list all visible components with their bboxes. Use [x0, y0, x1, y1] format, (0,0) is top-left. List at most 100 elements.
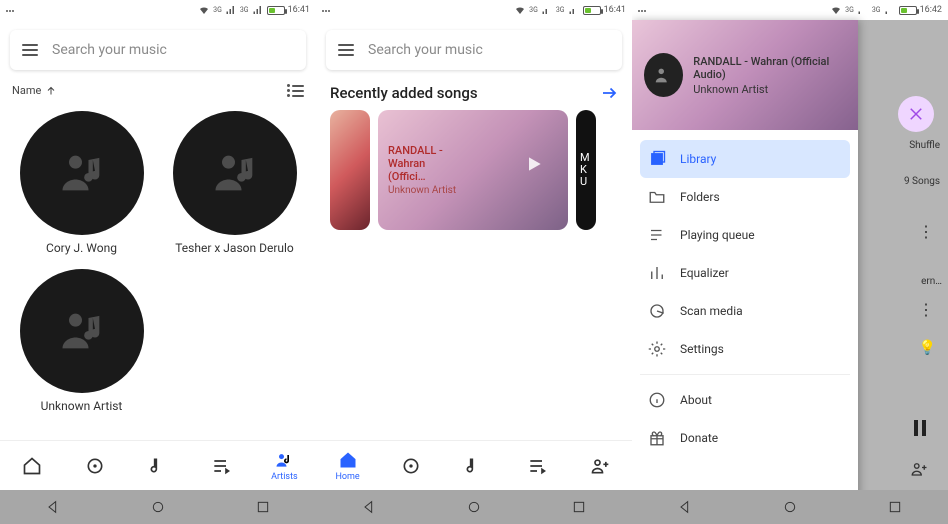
nav-albums[interactable]: Albums: [126, 441, 189, 490]
status-bar: 3G 3G 16:42: [632, 0, 948, 20]
drawer-item-settings[interactable]: Settings: [640, 330, 850, 368]
battery-icon: [899, 6, 917, 15]
nav-home[interactable]: Home: [0, 441, 63, 490]
bottom-nav: Home Songs Albums Playlists Artists: [0, 440, 316, 490]
nav-playlists[interactable]: [506, 441, 569, 490]
section-title-text: Recently added songs: [330, 84, 478, 102]
scan-icon: [648, 302, 666, 320]
drawer-item-scan[interactable]: Scan media: [640, 292, 850, 330]
drawer-item-library[interactable]: Library: [640, 140, 850, 178]
searchbar[interactable]: Search your music: [10, 30, 306, 70]
drawer-item-label: About: [680, 393, 712, 407]
nav-songs[interactable]: Songs: [63, 441, 126, 490]
network-label-2: 3G: [872, 6, 881, 14]
song-cards[interactable]: RANDALL - Wahran (Offici… Unknown Artist…: [316, 110, 632, 230]
more-dots-icon: [322, 5, 331, 15]
nav-artists[interactable]: [569, 441, 632, 490]
artist-item[interactable]: Unknown Artist: [10, 269, 153, 413]
drawer-item-equalizer[interactable]: Equalizer: [640, 254, 850, 292]
nav-label: Artists: [271, 472, 298, 482]
home-icon[interactable]: [782, 499, 798, 515]
clock: 16:41: [604, 5, 626, 15]
recents-icon[interactable]: [887, 499, 903, 515]
system-nav: [632, 490, 948, 524]
song-artist: Unknown Artist: [388, 185, 460, 196]
drawer-item-label: Scan media: [680, 304, 743, 318]
recents-icon[interactable]: [571, 499, 587, 515]
signal-icon: [225, 4, 237, 16]
signal-icon-2: [568, 4, 580, 16]
drawer-item-about[interactable]: About: [640, 381, 850, 419]
list-view-icon[interactable]: [287, 84, 304, 97]
multi-user-icon[interactable]: [910, 460, 928, 482]
info-icon: [648, 391, 666, 409]
more-dots-icon: [638, 5, 647, 15]
back-icon[interactable]: [361, 499, 377, 515]
queue-icon: [648, 226, 666, 244]
nav-albums[interactable]: [442, 441, 505, 490]
artist-avatar-icon: [173, 111, 297, 235]
song-card-peek-right[interactable]: M K U: [576, 110, 596, 230]
device-artists: 3G 3G 16:41 Search your music Name Cory …: [0, 0, 316, 524]
divider: [640, 374, 850, 375]
network-label: 3G: [213, 6, 222, 14]
back-icon[interactable]: [677, 499, 693, 515]
wifi-icon: [830, 4, 842, 16]
track-avatar-icon: [644, 53, 683, 97]
wifi-icon: [198, 4, 210, 16]
home-icon[interactable]: [150, 499, 166, 515]
artist-grid: Cory J. Wong Tesher x Jason Derulo Unkno…: [0, 101, 316, 440]
nav-artists[interactable]: Artists: [253, 441, 316, 490]
drawer-item-queue[interactable]: Playing queue: [640, 216, 850, 254]
nav-home[interactable]: Home: [316, 441, 379, 490]
clock: 16:42: [920, 5, 942, 15]
close-icon[interactable]: [898, 96, 934, 132]
status-bar: 3G 3G 16:41: [0, 0, 316, 20]
shuffle-label: Shuffle: [909, 140, 940, 151]
device-home: 3G 3G 16:41 Search your music Recently a…: [316, 0, 632, 524]
menu-icon[interactable]: [22, 44, 38, 56]
arrow-right-icon[interactable]: [600, 84, 618, 102]
artist-item[interactable]: Tesher x Jason Derulo: [163, 111, 306, 255]
arrow-up-icon[interactable]: [45, 85, 57, 97]
drawer-item-folders[interactable]: Folders: [640, 178, 850, 216]
nav-label: Home: [335, 472, 359, 482]
signal-icon-2: [884, 4, 896, 16]
more-icon[interactable]: ⋮: [918, 300, 934, 319]
back-icon[interactable]: [45, 499, 61, 515]
section-header: Recently added songs: [316, 80, 632, 110]
scrim[interactable]: Shuffle 9 Songs ⋮ ern… ⋮ 💡: [858, 20, 948, 524]
artist-name: Cory J. Wong: [46, 241, 117, 255]
system-nav: [316, 490, 632, 524]
network-label: 3G: [529, 6, 538, 14]
song-card[interactable]: RANDALL - Wahran (Offici… Unknown Artist: [378, 110, 568, 230]
nav-songs[interactable]: [379, 441, 442, 490]
nav-drawer: RANDALL - Wahran (Official Audio) Unknow…: [632, 20, 858, 524]
signal-icon-2: [252, 4, 264, 16]
menu-icon[interactable]: [338, 44, 354, 56]
clock: 16:41: [288, 5, 310, 15]
drawer-header[interactable]: RANDALL - Wahran (Official Audio) Unknow…: [632, 20, 858, 130]
folder-icon: [648, 188, 666, 206]
play-icon[interactable]: [524, 154, 544, 174]
drawer-items: Library Folders Playing queue Equalizer …: [632, 130, 858, 524]
artist-item[interactable]: Cory J. Wong: [10, 111, 153, 255]
battery-icon: [267, 6, 285, 15]
pause-icon[interactable]: [912, 420, 928, 440]
wifi-icon: [514, 4, 526, 16]
more-icon[interactable]: ⋮: [918, 222, 934, 241]
searchbar[interactable]: Search your music: [326, 30, 622, 70]
device-drawer: 3G 3G 16:42 Shuffle 9 Songs ⋮ ern… ⋮ 💡 R…: [632, 0, 948, 524]
drawer-item-donate[interactable]: Donate: [640, 419, 850, 457]
song-card-peek-left[interactable]: [330, 110, 370, 230]
drawer-item-label: Donate: [680, 431, 718, 445]
library-icon: [648, 150, 666, 168]
drawer-item-label: Library: [680, 152, 716, 166]
sort-label[interactable]: Name: [12, 84, 41, 97]
nav-playlists[interactable]: Playlists: [190, 441, 253, 490]
recents-icon[interactable]: [255, 499, 271, 515]
search-placeholder: Search your music: [368, 42, 483, 58]
battery-icon: [583, 6, 601, 15]
gear-icon: [648, 340, 666, 358]
home-icon[interactable]: [466, 499, 482, 515]
